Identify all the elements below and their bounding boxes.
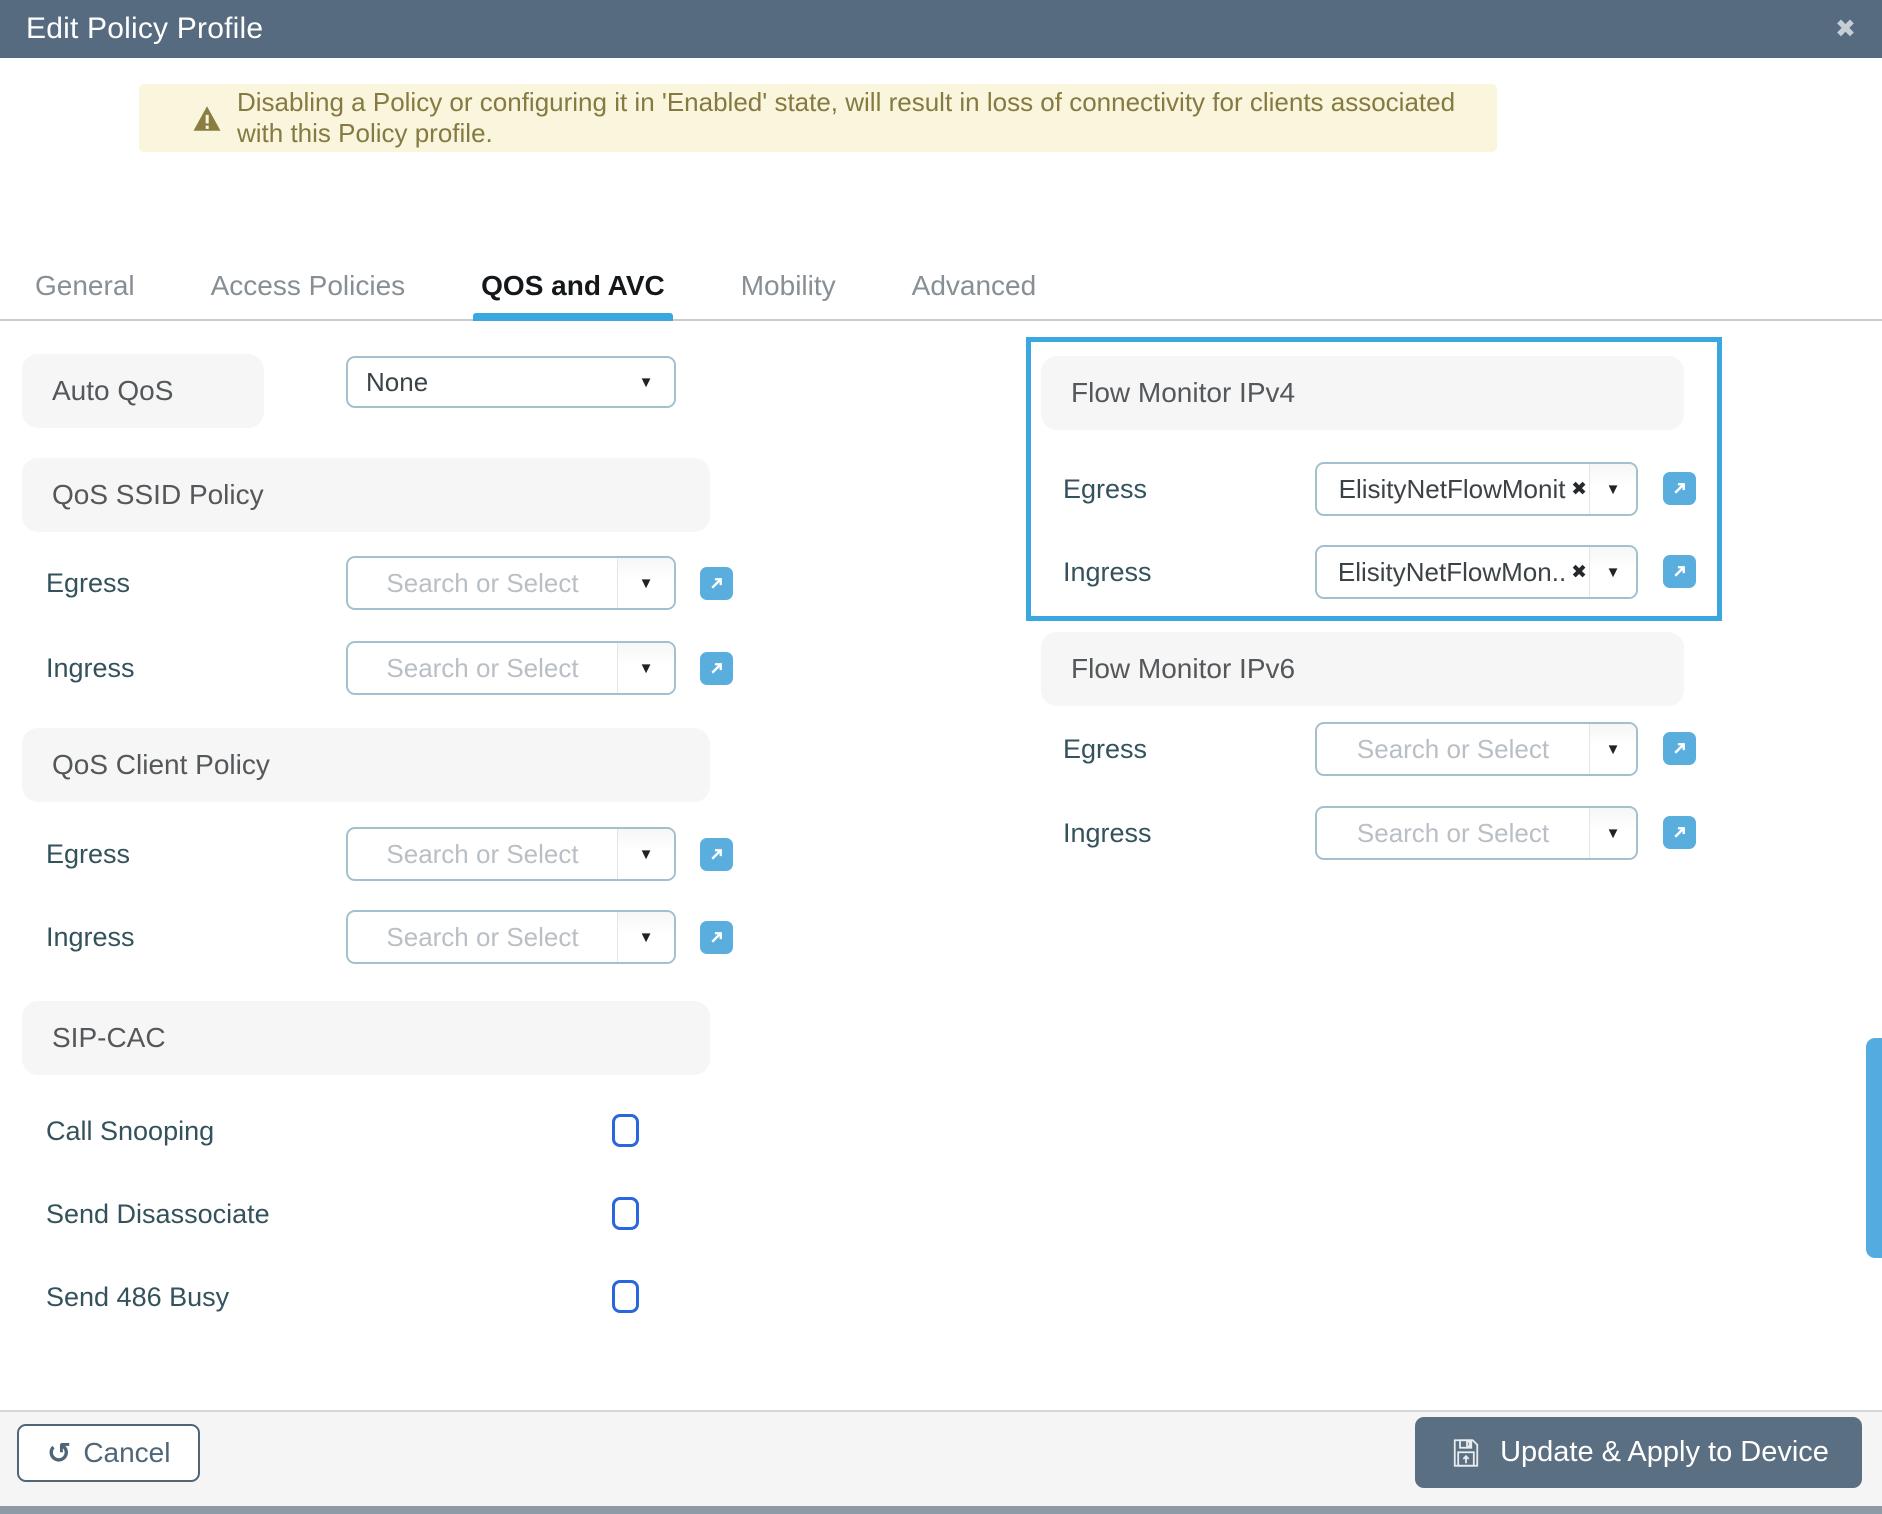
sip-cac-title: SIP-CAC bbox=[52, 1022, 166, 1053]
client-egress-external-link-icon[interactable] bbox=[700, 838, 733, 871]
ipv6-egress-external-link-icon[interactable] bbox=[1663, 732, 1696, 765]
auto-qos-value: None bbox=[366, 366, 429, 397]
client-egress-placeholder: Search or Select bbox=[386, 838, 579, 869]
ipv4-egress-label: Egress bbox=[1063, 474, 1148, 504]
flow-monitor-ipv4-section-header: Flow Monitor IPv4 bbox=[1041, 356, 1684, 430]
tab-general[interactable]: General bbox=[35, 252, 135, 319]
ssid-ingress-placeholder: Search or Select bbox=[386, 652, 579, 683]
undo-icon: ↺ bbox=[47, 1435, 72, 1470]
tab-access-policies[interactable]: Access Policies bbox=[211, 252, 406, 319]
qos-ssid-policy-title: QoS SSID Policy bbox=[52, 479, 264, 510]
cancel-button[interactable]: ↺ Cancel bbox=[17, 1424, 201, 1482]
ssid-egress-placeholder: Search or Select bbox=[386, 567, 579, 598]
cancel-button-label: Cancel bbox=[83, 1437, 171, 1468]
chevron-down-icon[interactable]: ▼ bbox=[1589, 808, 1636, 858]
auto-qos-section-header: Auto QoS bbox=[22, 354, 264, 428]
tab-mobility[interactable]: Mobility bbox=[741, 252, 836, 319]
ssid-egress-external-link-icon[interactable] bbox=[700, 567, 733, 600]
ipv4-egress-dropdown[interactable]: ElisityNetFlowMonit ✖ ▼ bbox=[1315, 462, 1638, 516]
ipv6-egress-placeholder: Search or Select bbox=[1356, 733, 1550, 764]
auto-qos-dropdown[interactable]: None ▼ bbox=[346, 356, 676, 408]
client-egress-dropdown[interactable]: Search or Select ▼ bbox=[346, 827, 676, 881]
chevron-down-icon[interactable]: ▼ bbox=[618, 358, 674, 406]
ipv6-ingress-placeholder: Search or Select bbox=[1356, 817, 1550, 848]
client-ingress-label: Ingress bbox=[46, 922, 135, 952]
tab-bar: General Access Policies QOS and AVC Mobi… bbox=[0, 252, 1882, 321]
qos-client-policy-title: QoS Client Policy bbox=[52, 749, 270, 780]
ipv4-ingress-label: Ingress bbox=[1063, 557, 1152, 587]
flow-monitor-ipv4-title: Flow Monitor IPv4 bbox=[1071, 377, 1296, 408]
update-apply-button[interactable]: Update & Apply to Device bbox=[1415, 1417, 1862, 1488]
ipv4-egress-value: ElisityNetFlowMonit bbox=[1338, 473, 1566, 504]
qos-ssid-policy-section-header: QoS SSID Policy bbox=[22, 458, 710, 532]
chevron-down-icon[interactable]: ▼ bbox=[617, 558, 674, 608]
tab-advanced[interactable]: Advanced bbox=[912, 252, 1037, 319]
edit-policy-profile-dialog: Edit Policy Profile ✖ Disabling a Policy… bbox=[0, 0, 1882, 1514]
bottom-edge-strip bbox=[0, 1506, 1882, 1514]
ipv4-ingress-clear-icon[interactable]: ✖ bbox=[1571, 563, 1587, 582]
send-disassociate-checkbox[interactable] bbox=[612, 1197, 639, 1230]
chevron-down-icon[interactable]: ▼ bbox=[617, 829, 674, 879]
flow-monitor-ipv6-section-header: Flow Monitor IPv6 bbox=[1041, 632, 1684, 706]
ipv4-egress-clear-icon[interactable]: ✖ bbox=[1571, 480, 1587, 499]
ssid-ingress-external-link-icon[interactable] bbox=[700, 652, 733, 685]
ssid-ingress-dropdown[interactable]: Search or Select ▼ bbox=[346, 641, 676, 695]
ipv6-ingress-label: Ingress bbox=[1063, 818, 1152, 848]
client-ingress-external-link-icon[interactable] bbox=[700, 921, 733, 954]
chevron-down-icon[interactable]: ▼ bbox=[1589, 724, 1636, 774]
ipv6-egress-label: Egress bbox=[1063, 734, 1148, 764]
call-snooping-checkbox[interactable] bbox=[612, 1114, 639, 1147]
client-ingress-placeholder: Search or Select bbox=[386, 921, 579, 952]
auto-qos-label: Auto QoS bbox=[52, 375, 174, 406]
ipv4-ingress-dropdown[interactable]: ElisityNetFlowMon.. ✖ ▼ bbox=[1315, 545, 1638, 599]
warning-banner: Disabling a Policy or configuring it in … bbox=[139, 84, 1497, 152]
ssid-ingress-label: Ingress bbox=[46, 653, 135, 683]
flow-monitor-ipv6-title: Flow Monitor IPv6 bbox=[1071, 653, 1296, 684]
warning-icon bbox=[192, 105, 222, 132]
send-486-busy-label: Send 486 Busy bbox=[46, 1282, 230, 1312]
ssid-egress-label: Egress bbox=[46, 568, 131, 598]
ipv4-egress-external-link-icon[interactable] bbox=[1663, 472, 1696, 505]
warning-text: Disabling a Policy or configuring it in … bbox=[237, 87, 1456, 148]
chevron-down-icon[interactable]: ▼ bbox=[1589, 547, 1636, 597]
chevron-down-icon[interactable]: ▼ bbox=[617, 912, 674, 962]
chevron-down-icon[interactable]: ▼ bbox=[1589, 464, 1636, 514]
dialog-title: Edit Policy Profile bbox=[26, 12, 264, 45]
ssid-egress-dropdown[interactable]: Search or Select ▼ bbox=[346, 556, 676, 610]
ipv6-ingress-dropdown[interactable]: Search or Select ▼ bbox=[1315, 806, 1638, 860]
qos-client-policy-section-header: QoS Client Policy bbox=[22, 728, 710, 802]
dialog-titlebar: Edit Policy Profile ✖ bbox=[0, 0, 1882, 58]
close-icon[interactable]: ✖ bbox=[1835, 16, 1856, 42]
ipv6-ingress-external-link-icon[interactable] bbox=[1663, 816, 1696, 849]
vertical-scrollbar-thumb[interactable] bbox=[1866, 1038, 1882, 1258]
sip-cac-section-header: SIP-CAC bbox=[22, 1001, 710, 1075]
tab-qos-and-avc[interactable]: QOS and AVC bbox=[473, 252, 673, 321]
ipv4-ingress-value: ElisityNetFlowMon.. bbox=[1337, 556, 1567, 587]
ipv4-ingress-external-link-icon[interactable] bbox=[1663, 555, 1696, 588]
ipv6-egress-dropdown[interactable]: Search or Select ▼ bbox=[1315, 722, 1638, 776]
send-disassociate-label: Send Disassociate bbox=[46, 1199, 270, 1229]
call-snooping-label: Call Snooping bbox=[46, 1116, 215, 1146]
save-icon bbox=[1448, 1435, 1484, 1471]
update-apply-button-label: Update & Apply to Device bbox=[1500, 1436, 1829, 1468]
chevron-down-icon[interactable]: ▼ bbox=[617, 643, 674, 693]
client-ingress-dropdown[interactable]: Search or Select ▼ bbox=[346, 910, 676, 964]
send-486-busy-checkbox[interactable] bbox=[612, 1280, 639, 1313]
client-egress-label: Egress bbox=[46, 839, 131, 869]
